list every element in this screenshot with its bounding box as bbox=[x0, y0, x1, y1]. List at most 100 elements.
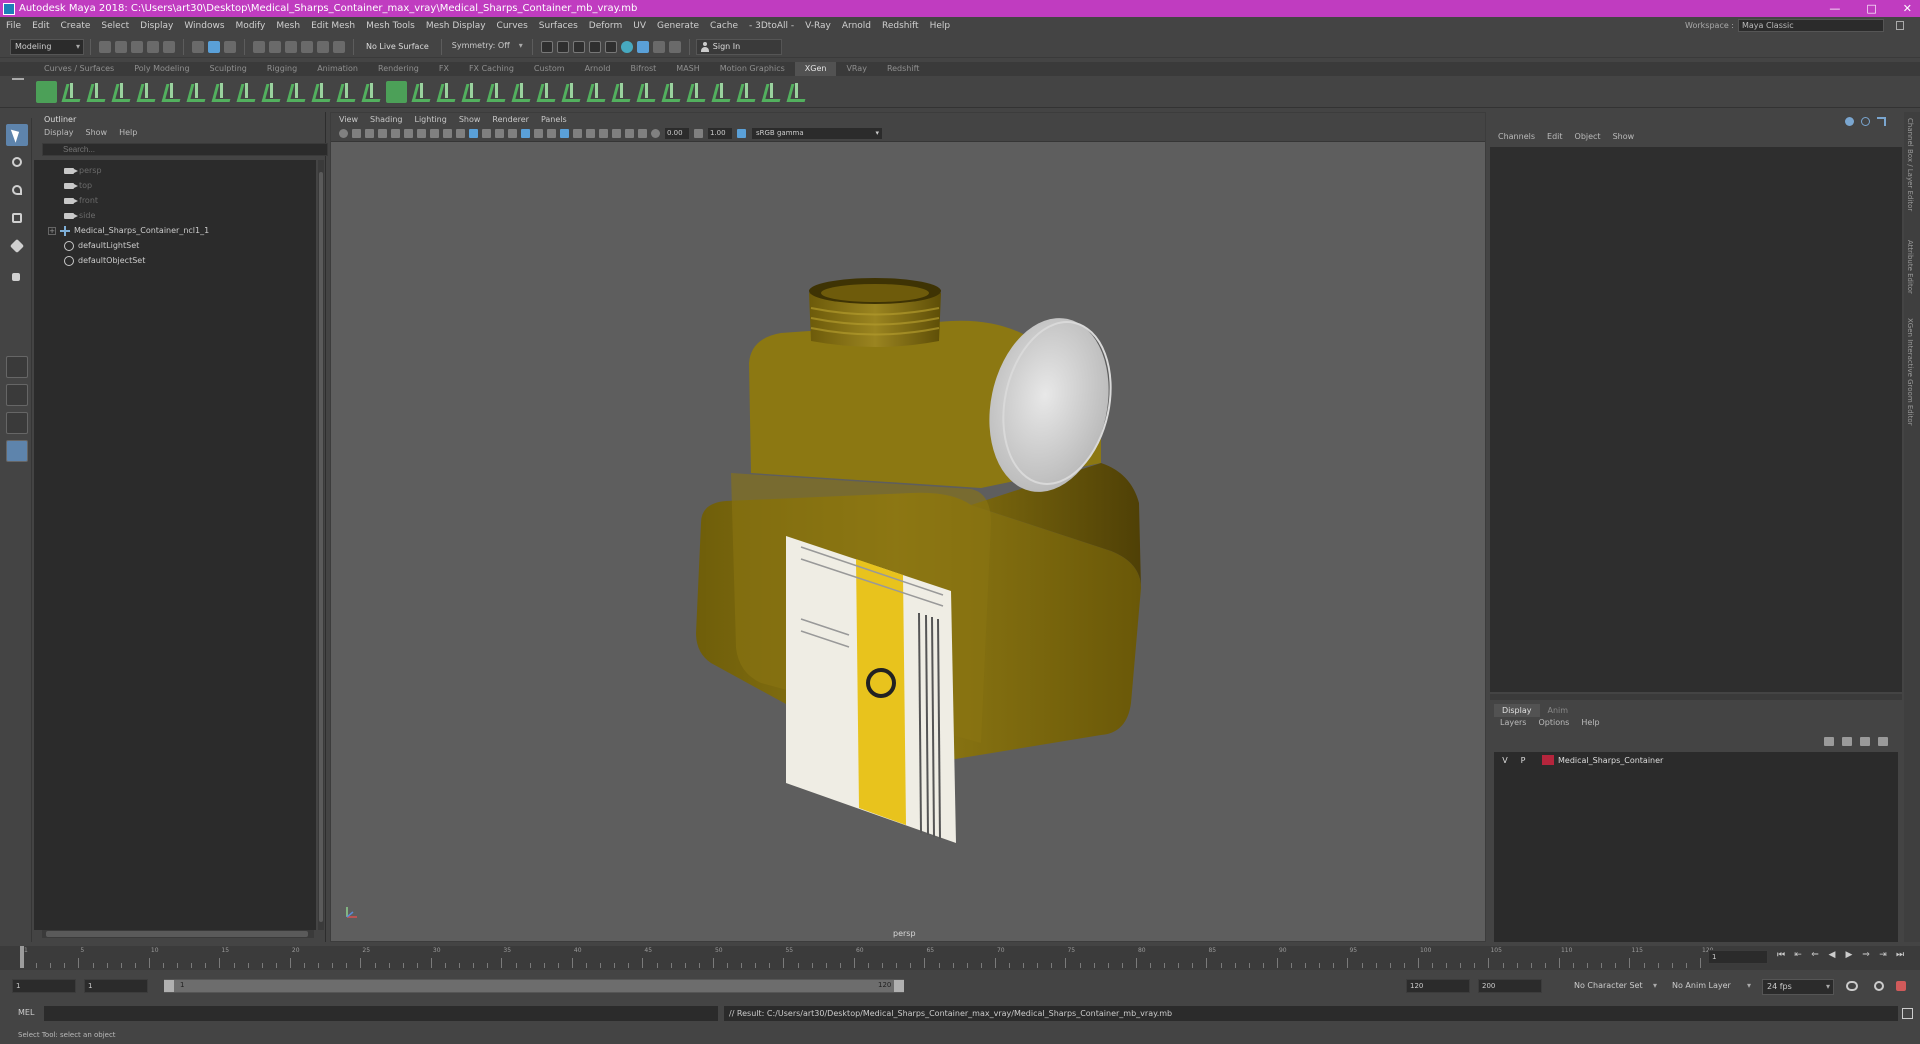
save-scene-icon[interactable] bbox=[131, 40, 143, 53]
menu-windows[interactable]: Windows bbox=[184, 21, 224, 31]
ipr-render-icon[interactable] bbox=[572, 40, 585, 53]
xgen-sculpt-guide-icon[interactable] bbox=[186, 81, 207, 103]
step-forward-key-icon[interactable]: ⇥ bbox=[1878, 950, 1888, 960]
viewport-menu-renderer[interactable]: Renderer bbox=[492, 115, 529, 124]
xgen-orient-icon[interactable] bbox=[761, 81, 782, 103]
shelf-tab-poly-modeling[interactable]: Poly Modeling bbox=[124, 62, 199, 76]
channel-box-menu-object[interactable]: Object bbox=[1575, 132, 1601, 141]
shadows-icon[interactable] bbox=[547, 129, 556, 138]
wireframe-icon[interactable] bbox=[469, 129, 478, 138]
layer-menu-help[interactable]: Help bbox=[1581, 718, 1599, 727]
layer-menu-layers[interactable]: Layers bbox=[1500, 718, 1526, 727]
channel-box-settings-icon[interactable] bbox=[1845, 117, 1854, 126]
menu-surfaces[interactable]: Surfaces bbox=[539, 21, 578, 31]
xgen-layer-icon[interactable] bbox=[236, 81, 257, 103]
safe-action-icon[interactable] bbox=[456, 129, 465, 138]
field-chart-icon[interactable] bbox=[443, 129, 452, 138]
xgen-editor-icon[interactable] bbox=[386, 81, 407, 103]
snap-point-icon[interactable] bbox=[285, 40, 297, 53]
playback-start-field[interactable]: 1 bbox=[84, 979, 148, 993]
menu-cache[interactable]: Cache bbox=[710, 21, 738, 31]
image-plane-icon[interactable] bbox=[378, 129, 387, 138]
xgen-clump-icon[interactable] bbox=[561, 81, 582, 103]
rotate-tool-icon[interactable] bbox=[6, 236, 28, 258]
step-back-frame-icon[interactable]: ⇐ bbox=[1810, 950, 1820, 960]
snap-view-plane-icon[interactable] bbox=[301, 40, 313, 53]
outliner-menu-help[interactable]: Help bbox=[119, 128, 137, 137]
xgen-splines-icon[interactable] bbox=[111, 81, 132, 103]
snap-curve-icon[interactable] bbox=[269, 40, 281, 53]
render-settings-icon[interactable] bbox=[588, 40, 601, 53]
open-scene-icon[interactable] bbox=[115, 40, 127, 53]
minimize-button[interactable]: — bbox=[1829, 2, 1840, 15]
single-view-layout-icon[interactable] bbox=[6, 356, 28, 378]
select-component-icon[interactable] bbox=[224, 40, 236, 53]
xgen-width-icon[interactable] bbox=[361, 81, 382, 103]
layer-tab-anim[interactable]: Anim bbox=[1540, 704, 1577, 717]
anim-prefs-icon[interactable] bbox=[1896, 981, 1906, 991]
end-time-field[interactable]: 200 bbox=[1478, 979, 1542, 993]
xgen-repel-icon[interactable] bbox=[736, 81, 757, 103]
xray-active-icon[interactable] bbox=[638, 129, 647, 138]
channel-box-menu-channels[interactable]: Channels bbox=[1498, 132, 1535, 141]
shelf-tab-redshift[interactable]: Redshift bbox=[877, 62, 929, 76]
channel-box-menu-edit[interactable]: Edit bbox=[1547, 132, 1563, 141]
auto-key-icon[interactable] bbox=[1874, 981, 1884, 991]
menu-edit-mesh[interactable]: Edit Mesh bbox=[311, 21, 355, 31]
menu-arnold[interactable]: Arnold bbox=[842, 21, 871, 31]
outliner-item-side[interactable]: side bbox=[34, 208, 316, 223]
fps-dropdown[interactable]: 24 fps bbox=[1762, 979, 1834, 995]
depth-of-field-icon[interactable] bbox=[599, 129, 608, 138]
layer-menu-options[interactable]: Options bbox=[1538, 718, 1569, 727]
xgen-scale-icon[interactable] bbox=[686, 81, 707, 103]
perspective-viewport[interactable]: View Shading Lighting Show Renderer Pane… bbox=[330, 112, 1486, 942]
channel-box-menu-show[interactable]: Show bbox=[1613, 132, 1635, 141]
anim-layer-dropdown[interactable]: No Anim Layer bbox=[1668, 979, 1754, 995]
outliner-item-front[interactable]: front bbox=[34, 193, 316, 208]
four-view-layout-icon[interactable] bbox=[6, 384, 28, 406]
resolution-gate-icon[interactable] bbox=[417, 129, 426, 138]
shelf-tab-motion-graphics[interactable]: Motion Graphics bbox=[710, 62, 795, 76]
lasso-tool-icon[interactable] bbox=[6, 152, 28, 174]
xgen-guide-icon[interactable] bbox=[136, 81, 157, 103]
viewport-menu-lighting[interactable]: Lighting bbox=[414, 115, 446, 124]
xgen-rebuild-icon[interactable] bbox=[211, 81, 232, 103]
shelf-tab-curves-surfaces[interactable]: Curves / Surfaces bbox=[34, 62, 124, 76]
render-frame-icon[interactable] bbox=[540, 40, 553, 53]
undo-icon[interactable] bbox=[147, 40, 159, 53]
render-view-icon[interactable] bbox=[652, 40, 665, 53]
current-frame-field[interactable]: 1 bbox=[1708, 950, 1768, 964]
default-material-icon[interactable] bbox=[495, 129, 504, 138]
range-end-handle[interactable] bbox=[894, 980, 904, 992]
shelf-tab-xgen[interactable]: XGen bbox=[794, 62, 837, 76]
menu-help[interactable]: Help bbox=[930, 21, 951, 31]
shelf-tab-arnold[interactable]: Arnold bbox=[575, 62, 621, 76]
persp-outliner-layout-icon[interactable] bbox=[6, 440, 28, 462]
menu-deform[interactable]: Deform bbox=[589, 21, 622, 31]
mel-label[interactable]: MEL bbox=[18, 1008, 34, 1017]
layer-playback-toggle[interactable]: P bbox=[1516, 756, 1530, 765]
grid-toggle-icon[interactable] bbox=[391, 129, 400, 138]
select-camera-icon[interactable] bbox=[339, 129, 348, 138]
menu-file[interactable]: File bbox=[6, 21, 21, 31]
sign-in-button[interactable]: Sign In bbox=[695, 38, 782, 55]
shelf-tab-fx[interactable]: FX bbox=[429, 62, 459, 76]
menu-uv[interactable]: UV bbox=[633, 21, 646, 31]
viewport-menu-view[interactable]: View bbox=[339, 115, 358, 124]
move-layer-down-icon[interactable] bbox=[1842, 737, 1852, 746]
outliner-item-defaultlightset[interactable]: defaultLightSet bbox=[34, 238, 316, 253]
side-tab-attribute-editor[interactable]: Attribute Editor bbox=[1906, 240, 1914, 294]
start-time-field[interactable]: 1 bbox=[12, 979, 76, 993]
step-back-key-icon[interactable]: ⇤ bbox=[1793, 950, 1803, 960]
scale-tool-icon[interactable] bbox=[6, 264, 28, 286]
character-set-dropdown[interactable]: No Character Set bbox=[1570, 979, 1660, 995]
textured-icon[interactable] bbox=[521, 129, 530, 138]
menu-mesh-tools[interactable]: Mesh Tools bbox=[366, 21, 415, 31]
play-forwards-icon[interactable]: ▶ bbox=[1844, 950, 1854, 960]
outliner-search-input[interactable] bbox=[42, 143, 328, 156]
motion-blur-icon[interactable] bbox=[573, 129, 582, 138]
move-tool-icon[interactable] bbox=[6, 208, 28, 230]
select-tool-icon[interactable] bbox=[6, 124, 28, 146]
xgen-cache-icon[interactable] bbox=[786, 81, 807, 103]
hypershade-icon[interactable] bbox=[604, 40, 617, 53]
